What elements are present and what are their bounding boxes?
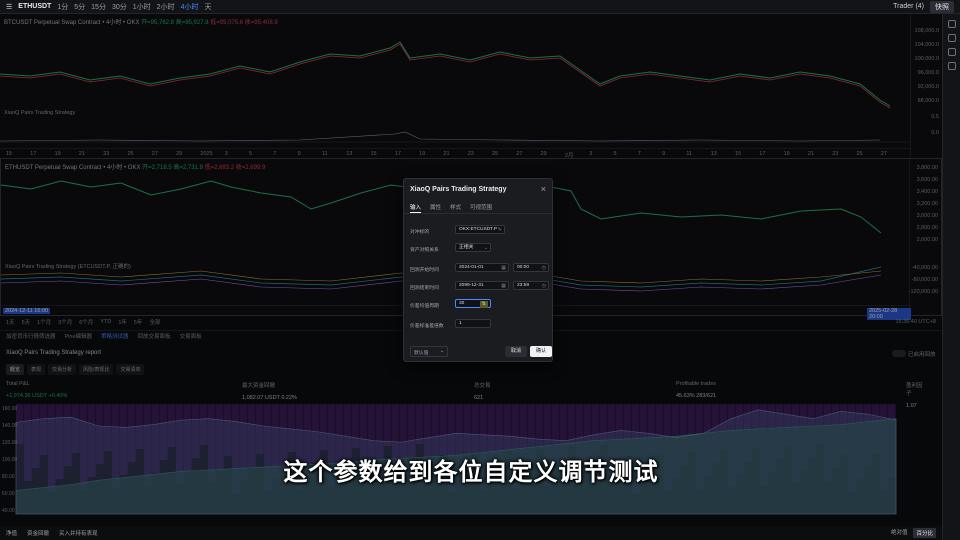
timeframe-30m[interactable]: 30分: [112, 2, 127, 12]
end-date-value: 2099-12-31: [459, 283, 484, 288]
end-date-input[interactable]: 2099-12-31 ▦: [455, 281, 509, 290]
start-time-input[interactable]: 00:00 ◷: [513, 263, 549, 272]
spread-period-label: 价差均值周期: [410, 304, 439, 309]
stddev-value: 1: [459, 321, 462, 326]
stddev-label: 价差标准差倍数: [410, 324, 444, 329]
dialog-tab-inputs[interactable]: 输入: [410, 203, 422, 213]
watchlist-icon[interactable]: [947, 20, 956, 28]
alerts-icon[interactable]: [947, 34, 956, 42]
symbol-search[interactable]: ETHUSDT: [18, 3, 51, 10]
strategy-settings-dialog: XiaoQ Pairs Trading Strategy × 输入 属性 样式 …: [403, 178, 553, 362]
timeframe-5m[interactable]: 5分: [74, 2, 85, 12]
edit-icon[interactable]: ✎: [498, 227, 502, 234]
legend-buy-hold[interactable]: 买入并持有表现: [59, 529, 98, 537]
start-date-input[interactable]: 2024-01-01 ▦: [455, 263, 509, 272]
close-icon[interactable]: ×: [541, 184, 546, 194]
percent-toggle[interactable]: 百分比: [913, 528, 936, 538]
timeframe-1h[interactable]: 1小时: [133, 2, 151, 12]
menu-icon[interactable]: ☰: [6, 3, 12, 11]
hedge-symbol-label: 对冲标的: [410, 230, 430, 235]
start-time-label: 回测开始时间: [410, 268, 439, 273]
legend-drawdown[interactable]: 资金回撤: [27, 529, 49, 537]
cancel-button[interactable]: 取消: [505, 346, 527, 357]
end-time-value: 23:59: [517, 283, 530, 288]
end-time-input[interactable]: 23:59 ◷: [513, 281, 549, 290]
spread-period-input[interactable]: 30 ⇅: [455, 299, 491, 308]
timeframe-2h[interactable]: 2小时: [157, 2, 175, 12]
share-button[interactable]: 快照: [930, 0, 954, 13]
clock-icon[interactable]: ◷: [542, 283, 546, 290]
timeframe-4h[interactable]: 4小时: [181, 2, 199, 12]
right-sidebar: [942, 14, 960, 540]
start-time-value: 00:00: [517, 265, 530, 270]
news-icon[interactable]: [947, 48, 956, 56]
hedge-symbol-value: OKX:ETCUSDT.P: [459, 227, 498, 232]
chevron-down-icon: ⌄: [483, 245, 488, 251]
dialog-tab-properties[interactable]: 属性: [430, 203, 441, 213]
video-subtitle: 这个参数给到各位自定义调节测试: [283, 459, 659, 486]
correlation-select[interactable]: 正相关 ⌄: [455, 243, 491, 252]
dialog-tab-style[interactable]: 样式: [450, 203, 461, 213]
timeframe-15m[interactable]: 15分: [91, 2, 106, 12]
end-time-label: 回测结束时间: [410, 286, 439, 291]
chevron-down-icon: ⌄: [439, 349, 444, 354]
dialog-divider: [404, 213, 552, 214]
timeframe-1d[interactable]: 天: [204, 2, 211, 12]
dialog-title: XiaoQ Pairs Trading Strategy: [410, 186, 507, 193]
stddev-input[interactable]: 1: [455, 319, 491, 328]
defaults-dropdown[interactable]: 默认值 ⌄: [410, 346, 448, 357]
correlation-value: 正相关: [459, 245, 474, 250]
legend-equity[interactable]: 净值: [6, 529, 17, 537]
calendar-icon[interactable]: ▦: [501, 283, 506, 290]
top-toolbar: ☰ ETHUSDT 1分 5分 15分 30分 1小时 2小时 4小时 天 Tr…: [0, 0, 960, 14]
layout-name[interactable]: Trader (4): [893, 3, 924, 10]
performance-legend: 净值 资金回撤 买入并持有表现 绝对值 百分比: [0, 526, 942, 540]
dialog-tab-visibility[interactable]: 可视范围: [470, 203, 492, 213]
timeframe-1m[interactable]: 1分: [57, 2, 68, 12]
stepper-icon[interactable]: ⇅: [479, 301, 488, 308]
ok-button[interactable]: 确认: [530, 346, 552, 357]
dialog-tabs: 输入 属性 样式 可视范围: [410, 203, 492, 213]
spread-period-value: 30: [459, 301, 465, 306]
start-date-value: 2024-01-01: [459, 265, 484, 270]
calendar-icon[interactable]: [947, 62, 956, 70]
defaults-label: 默认值: [414, 351, 429, 356]
clock-icon[interactable]: ◷: [542, 265, 546, 272]
correlation-label: 资产对照关系: [410, 248, 439, 253]
hedge-symbol-input[interactable]: OKX:ETCUSDT.P ✎: [455, 225, 505, 234]
absolute-toggle[interactable]: 绝对值: [891, 528, 908, 538]
calendar-icon[interactable]: ▦: [501, 265, 506, 272]
